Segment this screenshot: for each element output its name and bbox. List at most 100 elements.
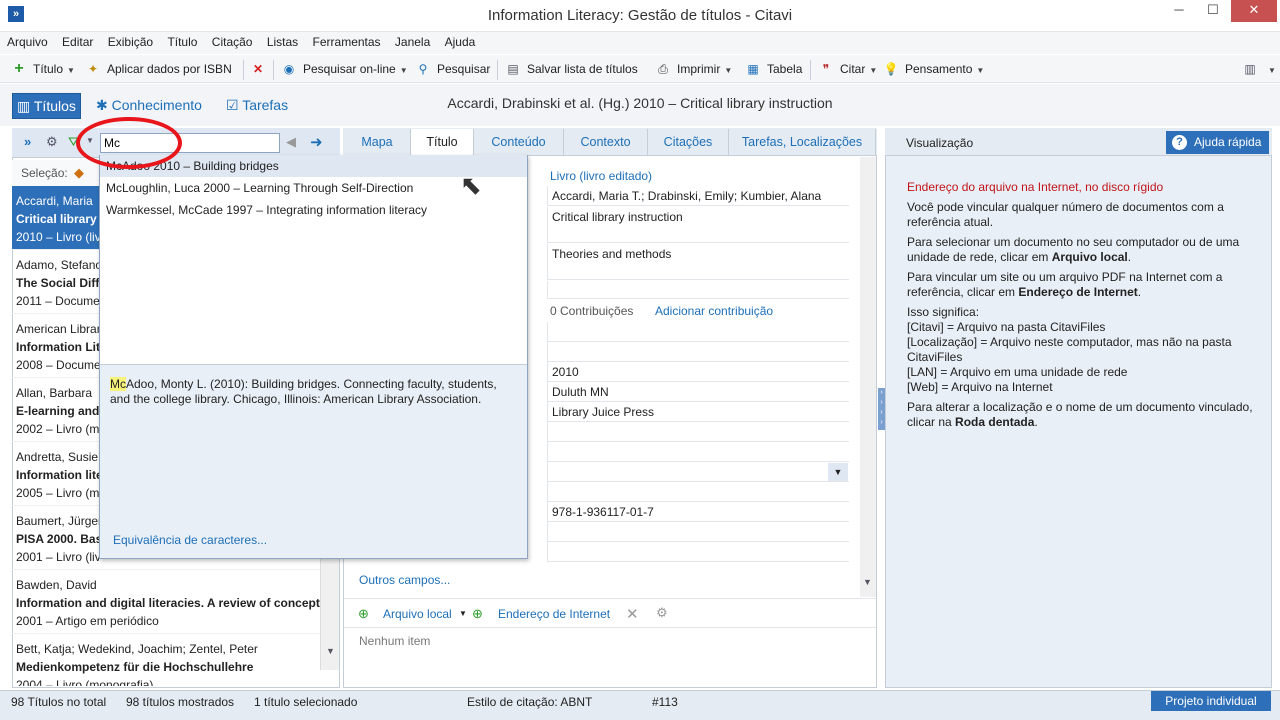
help-list-item: [Web] = Arquivo na Internet <box>907 380 1053 394</box>
publisher-field[interactable]: Library Juice Press <box>547 402 849 422</box>
delete-button[interactable]: ✕ <box>250 61 272 79</box>
thought-button[interactable]: 💡 Pensamento ▼ <box>883 61 985 79</box>
project-type-button[interactable]: Projeto individual <box>1151 691 1271 711</box>
local-file-button[interactable]: Arquivo local <box>383 607 452 621</box>
maximize-button[interactable]: ☐ <box>1196 0 1230 22</box>
selection-tool-icon[interactable]: ◆ <box>74 165 84 181</box>
help-paragraph: Para vincular um site ou um arquivo PDF … <box>907 270 1223 299</box>
layout-button[interactable]: ▥ ▼ <box>1242 61 1276 79</box>
help-icon: ? <box>1172 135 1187 150</box>
more-fields-link[interactable]: Outros campos... <box>359 573 450 587</box>
authors-field[interactable]: Accardi, Maria T.; Drabinski, Emily; Kum… <box>547 186 849 206</box>
status-citation-style[interactable]: Estilo de citação: ABNT <box>467 695 592 709</box>
chevron-down-icon: ▼ <box>869 66 878 75</box>
menu-arquivo[interactable]: Arquivo <box>3 32 52 49</box>
status-shown: 98 títulos mostrados <box>126 695 235 709</box>
no-item-label: Nenhum item <box>359 634 431 648</box>
menu-janela[interactable]: Janela <box>391 32 434 49</box>
books-icon: ▥ <box>17 98 34 114</box>
menu-editar[interactable]: Editar <box>58 32 97 49</box>
chevron-down-icon[interactable]: ▼ <box>459 609 467 618</box>
chevron-down-icon: ▼ <box>1268 66 1276 75</box>
tab-citacoes[interactable]: Citações <box>648 129 729 156</box>
title-field[interactable]: Critical library instruction <box>547 207 849 243</box>
title-bar: » Information Literacy: Gestão de título… <box>0 0 1280 32</box>
magnifier-icon: ⚲ <box>418 62 428 76</box>
chevron-down-icon[interactable]: ▼ <box>828 463 848 481</box>
toolbar-separator <box>273 60 274 80</box>
scroll-down-icon[interactable]: ▼ <box>326 646 335 656</box>
list-item[interactable]: Bawden, David Information and digital li… <box>12 570 320 634</box>
isbn-button[interactable]: ✦ Aplicar dados por ISBN <box>85 61 232 79</box>
help-paragraph: Para selecionar um documento no seu comp… <box>907 235 1240 264</box>
empty-field[interactable] <box>547 542 849 562</box>
isbn-field[interactable]: 978-1-936117-01-7 <box>547 502 849 522</box>
tab-contexto[interactable]: Contexto <box>564 129 648 156</box>
help-list-item: [Citavi] = Arquivo na pasta CitaviFiles <box>907 320 1106 334</box>
tab-titulos[interactable]: ▥ Títulos <box>12 93 81 119</box>
preview-title: Visualização <box>906 136 974 150</box>
list-item[interactable]: Bett, Katja; Wedekind, Joachim; Zentel, … <box>12 634 320 686</box>
close-button[interactable]: ✕ <box>1231 0 1277 22</box>
knowledge-icon: ✱ <box>96 97 112 113</box>
empty-field[interactable] <box>547 522 849 542</box>
subtitle-field[interactable]: Theories and methods <box>547 244 849 280</box>
menu-listas[interactable]: Listas <box>263 32 302 49</box>
quote-icon: ❞ <box>822 62 830 76</box>
tab-tarefas[interactable]: ☑ Tarefas <box>222 93 292 119</box>
table-button[interactable]: ▦ Tabela <box>745 61 802 79</box>
menu-titulo[interactable]: Título <box>163 32 201 49</box>
tab-mapa[interactable]: Mapa <box>344 129 411 156</box>
internet-address-button[interactable]: Endereço de Internet <box>498 607 610 621</box>
empty-field[interactable] <box>547 442 849 462</box>
status-selected: 1 título selecionado <box>254 695 358 709</box>
help-list-item: [Localização] = Arquivo neste computador… <box>907 335 1232 364</box>
save-list-icon: ▤ <box>507 62 519 76</box>
pane-splitter-handle[interactable]: › › › › <box>878 388 885 430</box>
menu-ajuda[interactable]: Ajuda <box>441 32 480 49</box>
tab-tarefas-localizacoes[interactable]: Tarefas, Localizações <box>729 129 876 156</box>
delete-x-icon: ✕ <box>252 62 264 76</box>
empty-field[interactable] <box>547 322 849 342</box>
suggestion-preview: McAdoo, Monty L. (2010): Building bridge… <box>100 364 527 558</box>
gear-icon[interactable]: ⚙ <box>656 605 668 621</box>
collapse-chevron-icon[interactable]: » <box>24 134 31 149</box>
suggestion-item[interactable]: Warmkessel, McCade 1997 – Integrating in… <box>100 199 527 221</box>
remove-icon[interactable]: ✕ <box>626 605 639 623</box>
scroll-down-icon[interactable]: ▼ <box>863 577 872 587</box>
dropdown-field[interactable] <box>547 462 849 482</box>
empty-field[interactable] <box>547 482 849 502</box>
add-contribution-link[interactable]: Adicionar contribuição <box>655 304 773 318</box>
editor-scrollbar[interactable]: ▼ <box>860 157 876 597</box>
document-type-link[interactable]: Livro (livro editado) <box>550 169 652 183</box>
empty-field[interactable] <box>547 342 849 362</box>
printer-icon: ⎙ <box>658 62 668 76</box>
save-list-button[interactable]: ▤ Salvar lista de títulos <box>505 61 637 79</box>
place-field[interactable]: Duluth MN <box>547 382 849 402</box>
print-button[interactable]: ⎙ Imprimir ▼ <box>655 61 732 79</box>
year-field[interactable]: 2010 <box>547 362 849 382</box>
menu-citacao[interactable]: Citação <box>208 32 257 49</box>
annotation-ring <box>76 117 182 169</box>
search-button[interactable]: ⚲ Pesquisar <box>415 61 491 79</box>
quick-help-button[interactable]: ? Ajuda rápida <box>1166 131 1269 154</box>
online-search-button[interactable]: ◉ Pesquisar on-line ▼ <box>281 61 408 79</box>
menu-ferramentas[interactable]: Ferramentas <box>309 32 385 49</box>
tab-conhecimento[interactable]: ✱ Conhecimento <box>92 93 206 119</box>
minimize-button[interactable]: ─ <box>1162 0 1196 22</box>
character-equivalence-link[interactable]: Equivalência de caracteres... <box>113 533 267 547</box>
menu-exibicao[interactable]: Exibição <box>104 32 157 49</box>
empty-field[interactable] <box>547 422 849 442</box>
gear-icon[interactable]: ⚙ <box>46 134 58 150</box>
empty-field[interactable] <box>547 281 849 299</box>
status-bar: 98 Títulos no total 98 títulos mostrados… <box>0 690 1280 720</box>
chevron-down-icon: ▼ <box>399 66 408 75</box>
tab-titulo[interactable]: Título <box>411 129 474 156</box>
cite-button[interactable]: ❞ Citar ▼ <box>818 61 878 79</box>
new-title-button[interactable]: + Título ▼ <box>11 61 75 79</box>
forward-arrow-icon[interactable]: ➜ <box>310 133 323 151</box>
help-paragraph: Para alterar a localização e o nome de u… <box>907 400 1253 429</box>
back-arrow-icon[interactable]: ◀ <box>286 134 296 150</box>
tab-conteudo[interactable]: Conteúdo <box>474 129 564 156</box>
selection-label: Seleção: <box>21 166 68 180</box>
